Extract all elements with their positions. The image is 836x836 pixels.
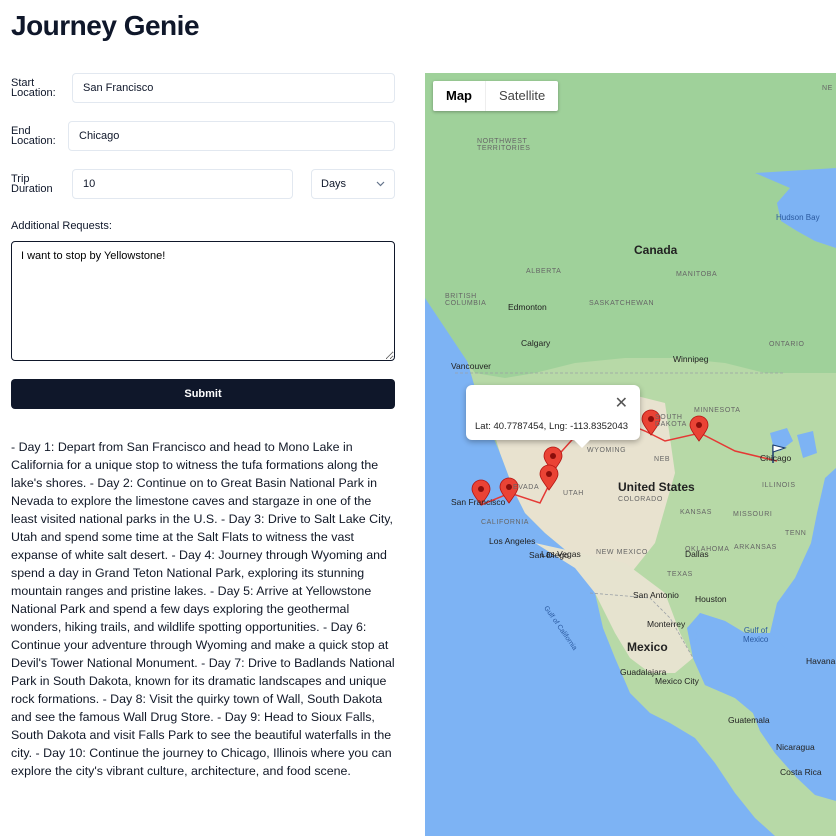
map-label-hudson-bay: Hudson Bay [776,213,820,222]
map-label-colorado: COLORADO [618,496,663,503]
map-label-san-francisco: San Francisco [451,497,506,507]
map-label-san-diego: San Diego [529,550,569,560]
map-label-british-columbia: BRITISH COLUMBIA [445,293,487,307]
additional-requests-textarea[interactable]: I want to stop by Yellowstone! [11,241,395,361]
trip-duration-input[interactable] [72,169,293,199]
map-label-saskatchewan: SASKATCHEWAN [589,300,655,307]
app-title: Journey Genie [11,10,200,41]
map-label-gulf-of-mexico: Gulf of Mexico [743,626,769,644]
map-label-houston: Houston [695,594,727,604]
map-label-illinois: ILLINOIS [762,482,796,489]
map-label-california: CALIFORNIA [481,519,530,526]
trip-duration-label: Trip Duration [11,173,53,195]
duration-unit-select[interactable]: Days [311,169,395,199]
map-label-wyoming: WYOMING [587,447,627,454]
map-label-costa-rica: Costa Rica [780,767,822,777]
map-tab[interactable]: Map [433,81,485,111]
map-label-dallas: Dallas [685,549,709,559]
map-label-monterrey: Monterrey [647,619,686,629]
map-label-kansas: KANSAS [680,509,712,516]
map-label-nevada: EVADA [513,484,540,491]
map-label-mexico-city: Mexico City [655,676,699,686]
itinerary-text: - Day 1: Depart from San Francisco and h… [11,440,395,778]
map-label-los-angeles: Los Angeles [489,536,536,546]
end-location-input[interactable] [68,121,395,151]
start-location-label: Start Location: [11,77,56,99]
map-view[interactable]: Map Satellite Canada United States Mexic… [425,73,836,836]
map-label-mexico: Mexico [627,640,668,654]
map-label-arkansas: ARKANSAS [734,544,777,551]
start-location-input[interactable] [72,73,395,103]
map-label-utah: UTAH [563,490,584,497]
satellite-tab[interactable]: Satellite [485,81,558,111]
map-label-canada: Canada [634,243,678,257]
map-label-texas: TEXAS [667,571,693,578]
chevron-down-icon [376,179,385,189]
map-label-nebraska: NEB [654,456,671,463]
map-label-alberta: ALBERTA [526,268,562,275]
additional-requests-label: Additional Requests: [11,220,112,232]
map-label-minnesota: MINNESOTA [694,407,741,414]
submit-button[interactable]: Submit [11,379,395,409]
map-label-united-states: United States [618,480,695,494]
map-label-manitoba: MANITOBA [676,271,718,278]
map-label-calgary: Calgary [521,338,551,348]
map-label-vancouver: Vancouver [451,361,492,371]
info-coordinates: Lat: 40.7787454, Lng: -113.8352043 [475,421,629,432]
map-label-san-antonio: San Antonio [633,590,679,600]
map-type-toggle: Map Satellite [433,81,559,111]
map-label-edmonton: Edmonton [508,302,547,312]
map-label-south-dakota: SOUTH DAKOTA [655,414,687,428]
map-label-new-mexico: NEW MEXICO [596,549,648,556]
map-label-missouri: MISSOURI [733,511,773,518]
close-icon[interactable]: ✕ [615,393,628,413]
map-label-nicaragua: Nicaragua [776,742,815,752]
end-location-label: End Location: [11,125,56,147]
map-label-havana: Havana [806,656,836,666]
map-label-tennessee: TENN [785,530,807,537]
map-label-chicago: Chicago [760,453,792,463]
map-label-northwest-territories: NORTHWEST TERRITORIES [477,138,531,152]
map-label-ne: NE [822,85,833,92]
duration-unit-value: Days [321,178,347,190]
map-label-winnipeg: Winnipeg [673,354,709,364]
map-label-ontario: ONTARIO [769,341,805,348]
map-info-window: ✕ Lat: 40.7787454, Lng: -113.8352043 [466,385,640,448]
map-label-guatemala: Guatemala [728,715,770,725]
